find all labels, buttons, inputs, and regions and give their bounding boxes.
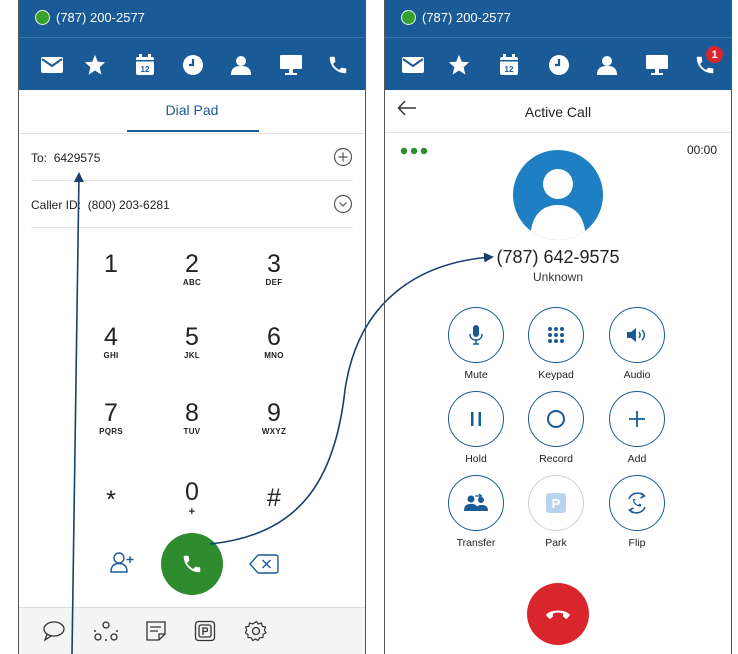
record-label: Record <box>539 453 573 465</box>
person-silhouette-icon <box>530 169 586 240</box>
hold-button[interactable]: Hold <box>436 391 516 471</box>
dial-pad-screen: (787) 200-2577 12 Dial Pad To: 6429575 C… <box>18 0 366 654</box>
key-7[interactable]: 7 PQRS <box>76 399 146 463</box>
notes-icon[interactable] <box>143 618 169 644</box>
key-4[interactable]: 4 GHI <box>76 323 146 387</box>
to-label: To: <box>31 151 48 165</box>
park-icon: P <box>546 493 566 513</box>
app-header: (787) 200-2577 12 1 <box>385 0 731 90</box>
add-call-button[interactable]: Add <box>597 391 677 471</box>
svg-text:12: 12 <box>505 65 514 74</box>
call-timer: 00:00 <box>686 143 717 157</box>
plus-icon <box>629 411 645 427</box>
key-9[interactable]: 9 WXYZ <box>239 399 309 463</box>
call-count-badge: 1 <box>706 46 723 63</box>
pause-icon <box>471 412 481 426</box>
add-circle-icon[interactable] <box>333 147 353 170</box>
main-nav: 12 <box>19 46 365 84</box>
record-button[interactable]: Record <box>516 391 596 471</box>
presence-status-icon[interactable] <box>35 10 50 25</box>
calendar-icon[interactable]: 12 <box>493 46 525 84</box>
phone-icon[interactable] <box>322 46 354 84</box>
caller-number: (787) 642-9575 <box>496 247 620 267</box>
page-title: Active Call <box>524 104 592 120</box>
backspace-icon[interactable] <box>249 553 279 580</box>
park-button[interactable]: P Park <box>516 475 596 555</box>
mute-label: Mute <box>464 369 488 381</box>
caller-id-label: Caller ID: <box>31 198 82 212</box>
transfer-button[interactable]: Transfer <box>436 475 516 555</box>
keypad-button[interactable]: Keypad <box>516 307 596 387</box>
active-tab-indicator <box>127 130 259 132</box>
chevron-down-icon[interactable] <box>333 194 353 217</box>
settings-icon[interactable] <box>243 618 269 644</box>
to-field[interactable]: To: 6429575 <box>31 134 353 181</box>
svg-text:12: 12 <box>141 65 150 74</box>
park-icon-letter: P <box>551 495 561 511</box>
park-label: Park <box>545 537 567 549</box>
calendar-icon[interactable]: 12 <box>129 46 161 84</box>
transfer-icon <box>464 493 488 511</box>
key-2[interactable]: 2 ABC <box>157 250 227 314</box>
caller-id-field[interactable]: Caller ID: (800) 203-6281 <box>31 181 353 228</box>
key-3[interactable]: 3 DEF <box>239 250 309 314</box>
key-6[interactable]: 6 MNO <box>239 323 309 387</box>
status-phone-number: (787) 200-2577 <box>422 10 511 25</box>
star-icon[interactable] <box>443 46 475 84</box>
keypad-label: Keypad <box>538 369 574 381</box>
key-star[interactable]: * <box>76 478 146 542</box>
phone-icon <box>183 555 201 573</box>
add-label: Add <box>627 453 647 465</box>
mute-button[interactable]: Mute <box>436 307 516 387</box>
phone-icon[interactable]: 1 <box>689 46 723 84</box>
presence-status-icon[interactable] <box>401 10 416 25</box>
hold-label: Hold <box>465 453 487 465</box>
flip-label: Flip <box>628 537 646 549</box>
end-call-button[interactable] <box>527 583 589 645</box>
tab-dial-pad[interactable]: Dial Pad <box>127 102 257 118</box>
tab-bar: Dial Pad <box>19 90 365 134</box>
more-options-icon[interactable] <box>399 143 429 161</box>
envelope-icon[interactable] <box>397 46 429 84</box>
key-1[interactable]: 1 <box>76 250 146 314</box>
caller-name: Unknown <box>532 270 584 284</box>
to-value[interactable]: 6429575 <box>54 151 101 165</box>
microphone-icon <box>469 325 483 345</box>
add-contact-icon[interactable] <box>109 550 135 581</box>
bottom-toolbar <box>19 607 365 654</box>
audio-button[interactable]: Audio <box>597 307 677 387</box>
status-bar: (787) 200-2577 <box>401 10 511 25</box>
flip-button[interactable]: Flip <box>597 475 677 555</box>
call-button[interactable] <box>161 533 223 595</box>
monitor-icon[interactable] <box>275 46 307 84</box>
key-8[interactable]: 8 TUV <box>157 399 227 463</box>
audio-label: Audio <box>623 369 651 381</box>
monitor-icon[interactable] <box>641 46 673 84</box>
record-icon <box>547 410 565 428</box>
chat-icon[interactable] <box>41 618 67 644</box>
status-bar: (787) 200-2577 <box>35 10 145 25</box>
transfer-label: Transfer <box>456 537 496 549</box>
network-icon[interactable] <box>93 618 119 644</box>
flip-icon <box>628 492 646 514</box>
clock-icon[interactable] <box>177 46 209 84</box>
contacts-icon[interactable] <box>225 46 257 84</box>
status-phone-number: (787) 200-2577 <box>56 10 145 25</box>
clock-icon[interactable] <box>543 46 575 84</box>
contacts-icon[interactable] <box>591 46 623 84</box>
caller-id-value: (800) 203-6281 <box>87 198 170 212</box>
main-nav: 12 1 <box>385 46 731 84</box>
avatar <box>513 150 603 240</box>
parking-icon[interactable] <box>192 618 218 644</box>
speaker-icon <box>627 328 645 342</box>
key-hash[interactable]: # <box>239 478 309 542</box>
key-5[interactable]: 5 JKL <box>157 323 227 387</box>
hang-up-icon <box>546 610 570 619</box>
keypad-icon <box>548 327 564 343</box>
envelope-icon[interactable] <box>36 46 68 84</box>
star-icon[interactable] <box>79 46 111 84</box>
app-header: (787) 200-2577 12 <box>19 0 365 90</box>
active-call-screen: (787) 200-2577 12 1 Active Call 00:00 (7… <box>384 0 732 654</box>
